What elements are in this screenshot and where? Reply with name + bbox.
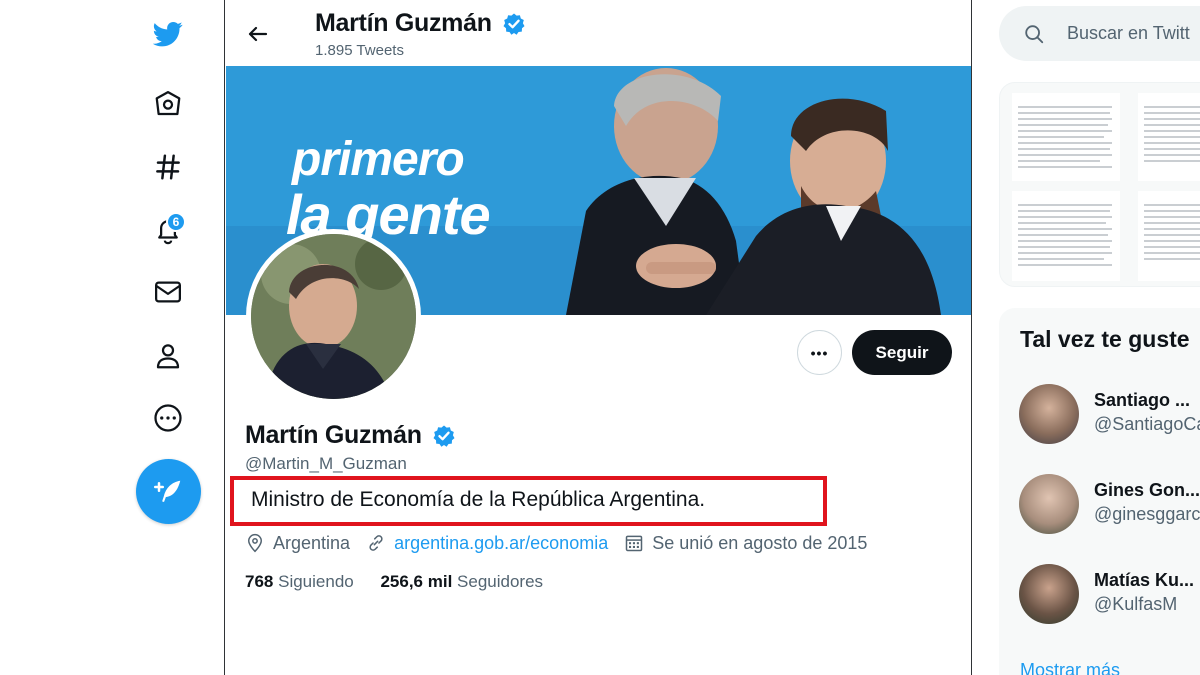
right-sidebar: Buscar en Twitt Tal vez te guste Santiag… xyxy=(973,0,1200,675)
messages-envelope-icon[interactable] xyxy=(148,272,188,312)
media-preview-grid[interactable] xyxy=(999,82,1200,287)
suggested-user-avatar xyxy=(1019,384,1079,444)
home-icon[interactable] xyxy=(148,84,188,124)
website-link[interactable]: argentina.gob.ar/economia xyxy=(394,533,608,554)
tweet-count: 1.895 Tweets xyxy=(315,42,404,59)
followers-count: 256,6 mil xyxy=(380,572,453,591)
follow-stats: 768 Siguiendo 256,6 mil Seguidores xyxy=(245,572,565,592)
search-icon xyxy=(1025,24,1044,43)
location-pin-icon xyxy=(247,533,263,553)
suggested-user[interactable]: Gines Gon... @ginesggarc xyxy=(1019,474,1200,536)
suggested-user-handle: @KulfasM xyxy=(1094,594,1178,614)
compose-feather-icon xyxy=(153,480,180,502)
link-icon xyxy=(369,535,383,551)
calendar-icon xyxy=(625,535,643,552)
following-link[interactable]: 768 Siguiendo xyxy=(245,572,354,591)
suggested-user-name: Santiago ... xyxy=(1094,390,1191,410)
profile-person-icon[interactable] xyxy=(148,336,188,376)
explore-hashtag-icon[interactable] xyxy=(148,147,188,187)
compose-tweet-button[interactable] xyxy=(136,459,201,524)
twitter-app: 6 Martín Guzmán 1.895 Tweets primero la … xyxy=(0,0,1200,675)
suggested-user-name: Matías Ku... xyxy=(1094,570,1195,590)
profile-meta: Argentina argentina.gob.ar/economia Se u… xyxy=(245,531,883,555)
twitter-logo-icon[interactable] xyxy=(148,14,188,54)
profile-main-column: Martín Guzmán 1.895 Tweets primero la ge… xyxy=(226,0,972,675)
following-label: Siguiendo xyxy=(278,572,354,591)
followers-link[interactable]: 256,6 mil Seguidores xyxy=(380,572,543,591)
website-item: argentina.gob.ar/economia xyxy=(366,533,608,554)
avatar-image xyxy=(251,234,416,399)
left-navigation: 6 xyxy=(0,0,225,675)
more-circle-icon[interactable] xyxy=(148,398,188,438)
header-name-text: Martín Guzmán xyxy=(315,9,492,37)
who-to-follow-panel: Tal vez te guste Santiago ... @SantiagoC… xyxy=(999,308,1200,675)
suggested-user[interactable]: Santiago ... @SantiagoCa xyxy=(1019,384,1200,446)
verified-badge-icon xyxy=(503,13,525,36)
search-bar[interactable]: Buscar en Twitt xyxy=(999,6,1200,61)
suggested-user-avatar xyxy=(1019,564,1079,624)
suggested-user-name: Gines Gon... xyxy=(1094,480,1200,500)
location-item: Argentina xyxy=(245,533,350,554)
profile-header-bar: Martín Guzmán 1.895 Tweets xyxy=(226,0,971,66)
suggested-user[interactable]: Matías Ku... @KulfasM xyxy=(1019,564,1200,626)
back-arrow-icon[interactable] xyxy=(240,16,276,52)
banner-text-line1: primero xyxy=(292,133,465,186)
verified-badge-icon xyxy=(433,425,455,448)
show-more-link[interactable]: Mostrar más xyxy=(1020,660,1120,675)
location-text: Argentina xyxy=(273,532,351,553)
suggested-user-handle: @ginesggarc xyxy=(1094,504,1200,524)
notifications-badge: 6 xyxy=(166,212,186,232)
suggested-user-avatar xyxy=(1019,474,1079,534)
following-count: 768 xyxy=(245,572,274,591)
profile-avatar[interactable] xyxy=(246,229,421,404)
profile-bio: Ministro de Economía de la República Arg… xyxy=(251,488,706,511)
joined-item: Se unió en agosto de 2015 xyxy=(624,533,867,554)
more-dots-icon: ••• xyxy=(810,344,829,361)
notifications-bell-icon[interactable]: 6 xyxy=(148,210,188,250)
suggested-user-handle: @SantiagoCa xyxy=(1094,414,1200,434)
who-to-follow-title: Tal vez te guste xyxy=(1020,326,1190,352)
profile-name-text: Martín Guzmán xyxy=(245,421,422,449)
document-text-lines xyxy=(1018,106,1200,266)
more-options-button[interactable]: ••• xyxy=(797,330,842,375)
followers-label: Seguidores xyxy=(457,572,544,591)
profile-handle: @Martin_M_Guzman xyxy=(245,454,407,473)
joined-text: Se unió en agosto de 2015 xyxy=(652,532,868,553)
search-placeholder: Buscar en Twitt xyxy=(1067,23,1190,43)
header-name: Martín Guzmán xyxy=(315,9,526,38)
follow-button[interactable]: Seguir xyxy=(852,330,952,375)
profile-display-name: Martín Guzmán xyxy=(245,421,456,450)
